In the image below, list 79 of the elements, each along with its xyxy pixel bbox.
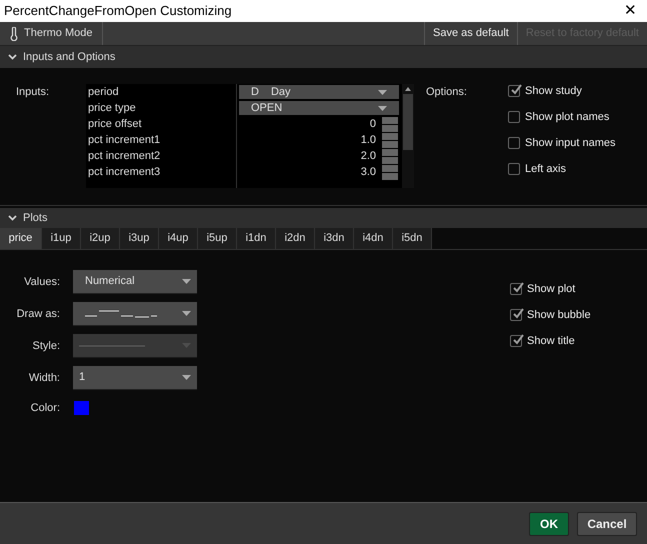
checkbox[interactable] bbox=[508, 163, 520, 175]
plot-tab[interactable]: i2up bbox=[81, 228, 120, 249]
checkbox[interactable] bbox=[508, 111, 520, 123]
section-header[interactable]: Plots bbox=[0, 208, 647, 228]
option-label: Show input names bbox=[525, 136, 616, 151]
color-swatch[interactable] bbox=[74, 401, 89, 415]
period-code: D bbox=[251, 84, 259, 100]
plot-tab[interactable]: i4dn bbox=[354, 228, 393, 249]
input-name: price offset bbox=[87, 117, 143, 132]
field-label: Style: bbox=[31, 338, 60, 354]
scroll-up-icon[interactable] bbox=[405, 87, 411, 91]
plot-tab[interactable]: price bbox=[0, 228, 42, 249]
dropdown-caret-icon bbox=[182, 311, 191, 316]
stepper-buttons[interactable] bbox=[382, 164, 398, 180]
thermo-mode-button[interactable]: Thermo Mode bbox=[0, 22, 104, 45]
input-name: pct increment2 bbox=[87, 149, 162, 164]
checkbox[interactable] bbox=[510, 335, 522, 347]
dropdown-caret-icon bbox=[378, 90, 387, 94]
plot-tab[interactable]: i4up bbox=[159, 228, 198, 249]
dropdown-caret-icon bbox=[378, 106, 387, 110]
dropdown-value: 1 bbox=[79, 370, 86, 386]
plot-tab[interactable]: i1dn bbox=[237, 228, 276, 249]
plot-dropdown[interactable] bbox=[73, 302, 197, 326]
field-label: Color: bbox=[30, 400, 60, 416]
checkbox[interactable] bbox=[508, 137, 520, 149]
input-value[interactable]: 1.0 bbox=[360, 132, 376, 148]
check-label: Show plot bbox=[527, 282, 576, 297]
input-name: period bbox=[87, 85, 120, 100]
dropdown-value: OPEN bbox=[251, 100, 284, 116]
plot-dropdown[interactable]: 1 bbox=[73, 366, 197, 390]
field-label: Width: bbox=[28, 370, 60, 386]
dropdown-value: Numerical bbox=[84, 274, 135, 290]
stepper-buttons[interactable] bbox=[382, 148, 398, 164]
input-dropdown[interactable]: OPEN bbox=[239, 101, 399, 115]
input-value[interactable]: 3.0 bbox=[360, 164, 376, 180]
ok-button[interactable]: OK bbox=[529, 512, 569, 536]
checkbox[interactable] bbox=[510, 309, 522, 321]
inputs-label: Inputs: bbox=[15, 85, 50, 100]
dropdown-caret-icon bbox=[182, 375, 191, 380]
dropdown-value: Day bbox=[270, 84, 292, 100]
field-label: Values: bbox=[23, 274, 60, 290]
plot-tab[interactable]: i5dn bbox=[393, 228, 432, 249]
plot-tab[interactable]: i1up bbox=[42, 228, 81, 249]
save-default-button[interactable]: Save as default bbox=[424, 22, 517, 45]
thermometer-icon bbox=[10, 26, 18, 40]
plot-tab[interactable]: i3dn bbox=[315, 228, 354, 249]
plot-tab[interactable]: i2dn bbox=[276, 228, 315, 249]
plot-tab[interactable]: i3up bbox=[120, 228, 159, 249]
stepper-buttons[interactable] bbox=[382, 116, 398, 132]
dropdown-caret-icon bbox=[182, 279, 191, 284]
checkbox[interactable] bbox=[510, 283, 522, 295]
section-header[interactable]: Inputs and Options bbox=[0, 46, 647, 68]
options-label: Options: bbox=[426, 85, 468, 100]
scrollbar[interactable] bbox=[402, 84, 414, 188]
option-label: Show plot names bbox=[525, 110, 610, 125]
input-value[interactable]: 2.0 bbox=[360, 148, 376, 164]
line-style-drawing bbox=[79, 344, 145, 346]
chevron-icon[interactable] bbox=[8, 54, 17, 60]
window-title: PercentChangeFromOpen Customizing bbox=[4, 2, 232, 20]
plot-dropdown[interactable]: Numerical bbox=[73, 270, 197, 294]
check-label: Show title bbox=[527, 334, 575, 349]
close-button[interactable]: ✕ bbox=[618, 0, 643, 22]
option-label: Show study bbox=[525, 84, 582, 99]
section-title: Plots bbox=[23, 210, 48, 226]
input-name: price type bbox=[87, 101, 137, 116]
checkbox[interactable] bbox=[508, 85, 520, 97]
line-style-drawing bbox=[85, 310, 157, 318]
input-value[interactable]: 0 bbox=[370, 116, 376, 132]
section-title: Inputs and Options bbox=[23, 50, 116, 65]
input-dropdown[interactable]: D Day bbox=[239, 85, 399, 99]
chevron-icon[interactable] bbox=[8, 215, 17, 221]
check-label: Show bubble bbox=[527, 308, 591, 323]
input-name: pct increment3 bbox=[87, 165, 162, 180]
field-label: Draw as: bbox=[16, 306, 60, 322]
cancel-button[interactable]: Cancel bbox=[577, 512, 637, 536]
option-label: Left axis bbox=[525, 162, 566, 177]
stepper-buttons[interactable] bbox=[382, 132, 398, 148]
plot-tab[interactable]: i5up bbox=[198, 228, 237, 249]
input-name: pct increment1 bbox=[87, 133, 162, 148]
